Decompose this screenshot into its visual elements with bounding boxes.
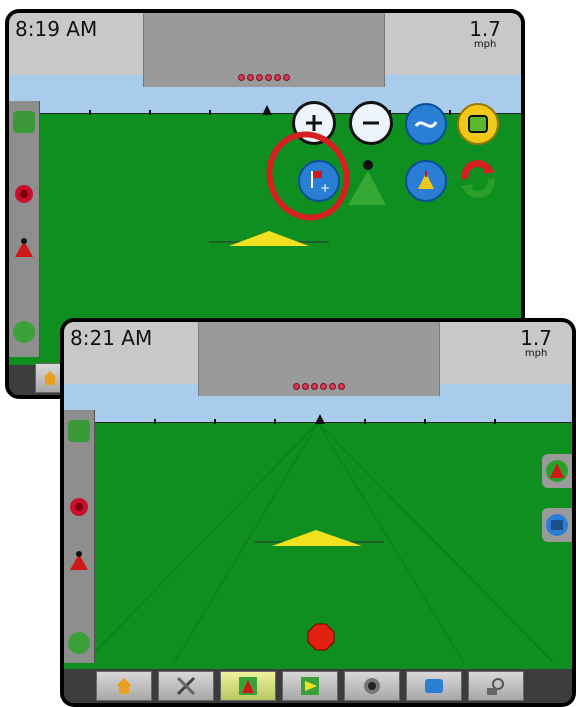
boundary-button[interactable]: [542, 508, 572, 542]
section-indicator: [293, 383, 300, 390]
rate-icon[interactable]: [13, 183, 35, 205]
speed-readout: 1.7 mph: [520, 328, 552, 359]
implement-icon[interactable]: [13, 111, 35, 133]
vehicle-view-icon: [239, 677, 257, 695]
gps-button[interactable]: [344, 671, 400, 701]
horizon-tick: [274, 419, 276, 424]
link-icon[interactable]: [13, 321, 35, 343]
section-indicators: [293, 383, 345, 390]
guidance-screen-bottom: 8:21 AM 1.7 mph: [60, 318, 576, 707]
tools-button[interactable]: [158, 671, 214, 701]
horizon-tick: [89, 110, 91, 115]
home-button[interactable]: [96, 671, 152, 701]
horizon-tick: [209, 110, 211, 115]
vehicle-view-button[interactable]: [542, 454, 572, 488]
boom-icon: [209, 231, 329, 246]
speed-unit: mph: [473, 39, 497, 50]
horizon-tick: [424, 419, 426, 424]
home-icon: [116, 678, 132, 694]
refresh-icon[interactable]: [457, 160, 495, 198]
section-indicator: [283, 74, 290, 81]
section-indicator: [256, 74, 263, 81]
section-indicator: [311, 383, 318, 390]
heading-marker-icon: [262, 105, 272, 115]
section-indicator: [329, 383, 336, 390]
clock-time: 8:19 AM: [15, 17, 98, 41]
speed-unit: mph: [524, 348, 548, 359]
section-indicator: [247, 74, 254, 81]
bird-eye-view-icon[interactable]: [405, 160, 447, 202]
section-indicator: [274, 74, 281, 81]
data-button[interactable]: [406, 671, 462, 701]
speed-value: 1.7: [520, 326, 552, 350]
link-icon[interactable]: [68, 632, 90, 654]
boundary-icon[interactable]: [457, 103, 499, 145]
section-indicator: [320, 383, 327, 390]
boundary-icon: [546, 514, 568, 536]
clock-time: 8:21 AM: [70, 326, 153, 350]
bottom-nav-bar: [64, 669, 572, 703]
gps-icon: [364, 678, 380, 694]
boom-icon: [254, 530, 384, 546]
horizon-tick: [364, 419, 366, 424]
heading-marker-icon: [315, 414, 325, 424]
vehicle-icon[interactable]: [13, 237, 35, 259]
stop-sign-icon: [307, 623, 335, 651]
lock-icon: [487, 678, 504, 695]
home-icon: [43, 371, 57, 385]
center-status-tab[interactable]: [143, 13, 385, 87]
rate-icon[interactable]: [68, 496, 90, 518]
left-sidebar: [9, 101, 40, 357]
horizon-tick: [154, 419, 156, 424]
tools-icon: [176, 676, 196, 696]
guidance-mode-icon[interactable]: [405, 103, 447, 145]
speed-value: 1.7: [469, 17, 501, 41]
implement-icon[interactable]: [68, 420, 90, 442]
horizon-tick: [494, 419, 496, 424]
map-view-button[interactable]: [282, 671, 338, 701]
screen-inner: 8:21 AM 1.7 mph: [64, 322, 572, 703]
horizon-tick: [149, 110, 151, 115]
section-indicator: [338, 383, 345, 390]
speed-readout: 1.7 mph: [469, 19, 501, 50]
center-status-tab[interactable]: [198, 322, 440, 396]
section-indicator: [265, 74, 272, 81]
data-icon: [425, 679, 443, 693]
horizon-tick: [214, 419, 216, 424]
lock-button[interactable]: [468, 671, 524, 701]
vehicle-icon[interactable]: [68, 550, 90, 572]
left-sidebar: [64, 410, 95, 663]
map-view-icon: [301, 677, 319, 695]
section-indicators: [238, 74, 290, 81]
highlight-circle: [266, 131, 350, 221]
vehicle-view-icon: [546, 460, 568, 482]
section-indicator: [238, 74, 245, 81]
vehicle-view-nav-button[interactable]: [220, 671, 276, 701]
section-indicator: [302, 383, 309, 390]
horizon-tick: [449, 110, 451, 115]
